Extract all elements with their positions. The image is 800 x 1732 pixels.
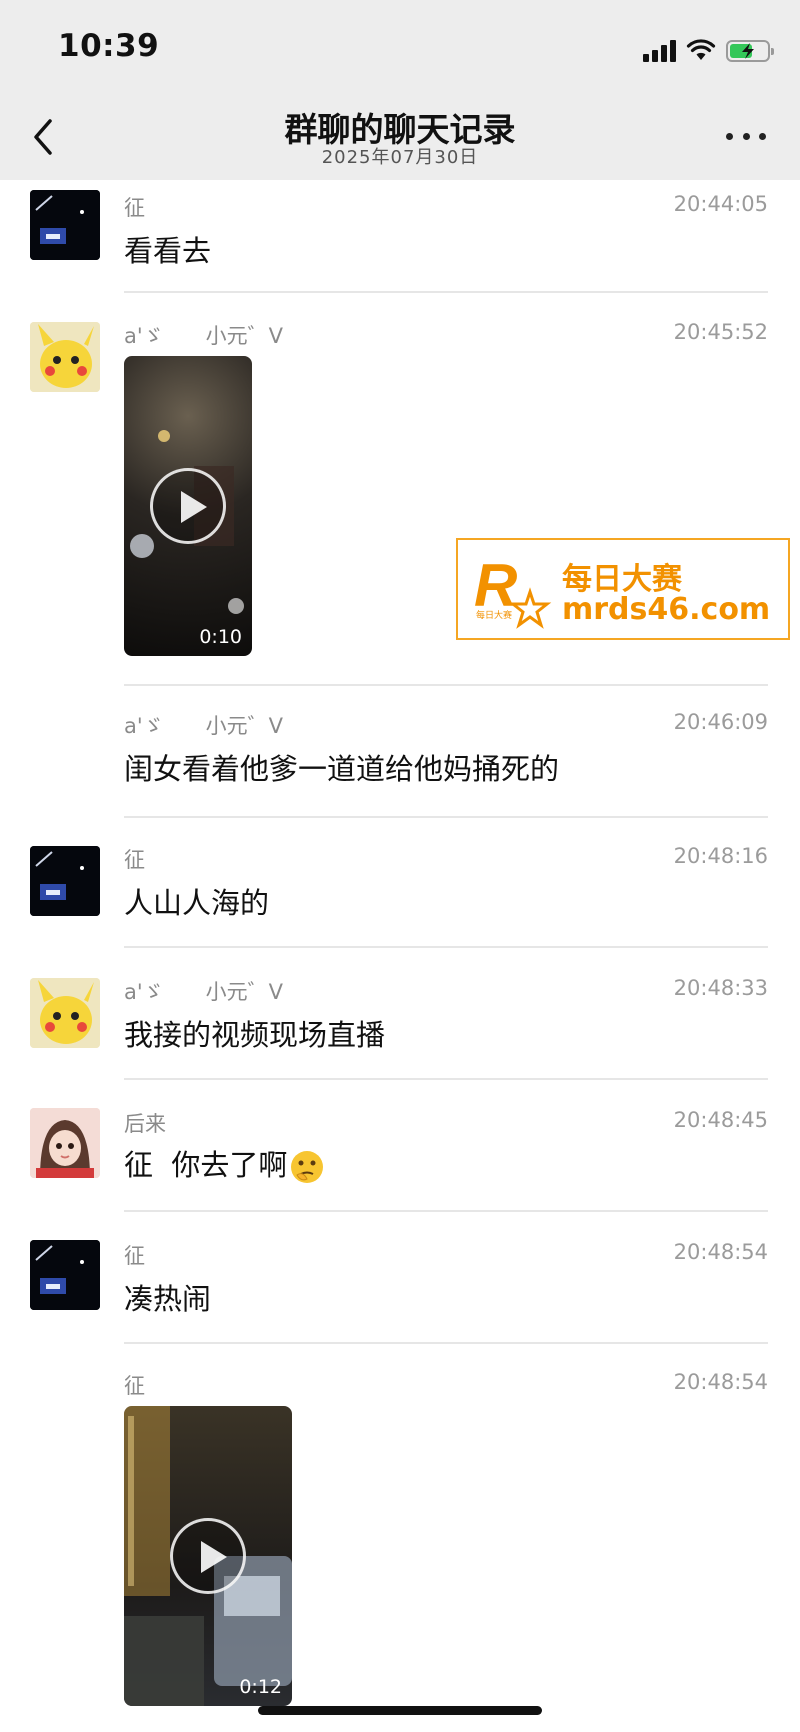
divider bbox=[124, 946, 768, 948]
sender-name: 征 bbox=[124, 1374, 145, 1398]
message-time: 20:44:05 bbox=[673, 192, 768, 216]
top-bar: 10:39 群聊的聊天记录 2025年07月30日 bbox=[0, 0, 800, 180]
message-text: 我接的视频现场直播 bbox=[124, 1018, 386, 1052]
thinking-face-emoji bbox=[291, 1151, 324, 1183]
sender-name: a'ゞ 小元゛V bbox=[124, 324, 284, 348]
pikachu-avatar[interactable] bbox=[30, 322, 100, 392]
message-time: 20:48:16 bbox=[673, 844, 768, 868]
message-time: 20:48:45 bbox=[673, 1108, 768, 1132]
watermark-banner: R 每日大赛 每日大赛 mrds46.com bbox=[456, 538, 790, 640]
divider bbox=[124, 1210, 768, 1212]
girl-avatar[interactable] bbox=[30, 1108, 100, 1178]
message-time: 20:48:54 bbox=[673, 1370, 768, 1394]
sender-name: 后来 bbox=[124, 1112, 166, 1136]
chat-date: 2025年07月30日 bbox=[321, 147, 479, 168]
message-text: 看看去 bbox=[124, 234, 212, 268]
pikachu-avatar[interactable] bbox=[30, 978, 100, 1048]
play-icon[interactable] bbox=[170, 1518, 246, 1594]
message-text: 人山人海的 bbox=[124, 886, 270, 920]
message-time: 20:46:09 bbox=[673, 710, 768, 734]
svg-text:每日大赛: 每日大赛 bbox=[476, 609, 512, 621]
watermark-logo: R 每日大赛 bbox=[474, 552, 552, 629]
night-photo-avatar[interactable] bbox=[30, 1240, 100, 1310]
message-text: 征 你去了啊 bbox=[124, 1142, 325, 1185]
sender-name: 征 bbox=[124, 1244, 145, 1268]
status-icons bbox=[643, 34, 774, 62]
divider bbox=[124, 291, 768, 293]
video-duration: 0:10 bbox=[199, 626, 242, 648]
more-options-icon[interactable] bbox=[726, 126, 766, 146]
message-text: 闺女看着他爹一道道给他妈捅死的 bbox=[124, 752, 560, 786]
wifi-icon bbox=[686, 39, 716, 60]
message-time: 20:48:54 bbox=[673, 1240, 768, 1264]
night-photo-avatar[interactable] bbox=[30, 190, 100, 260]
svg-text:R: R bbox=[474, 552, 517, 619]
divider bbox=[124, 1342, 768, 1344]
video-thumbnail[interactable]: 0:12 bbox=[124, 1406, 292, 1706]
battery-icon bbox=[726, 40, 774, 62]
divider bbox=[124, 684, 768, 686]
video-duration: 0:12 bbox=[239, 1676, 282, 1698]
message-text-content: 征 你去了啊 bbox=[124, 1148, 288, 1182]
sender-name: a'ゞ 小元゛V bbox=[124, 980, 284, 1004]
video-thumbnail[interactable]: 0:10 bbox=[124, 356, 252, 656]
divider bbox=[124, 816, 768, 818]
message-time: 20:45:52 bbox=[673, 320, 768, 344]
cellular-signal-icon bbox=[643, 40, 676, 62]
night-photo-avatar[interactable] bbox=[30, 846, 100, 916]
home-indicator[interactable] bbox=[258, 1706, 542, 1715]
sender-name: 征 bbox=[124, 848, 145, 872]
sender-name: 征 bbox=[124, 196, 145, 220]
sender-name: a'ゞ 小元゛V bbox=[124, 714, 284, 738]
message-time: 20:48:33 bbox=[673, 976, 768, 1000]
play-icon[interactable] bbox=[150, 468, 226, 544]
watermark-url: mrds46.com bbox=[562, 592, 771, 627]
divider bbox=[124, 1078, 768, 1080]
message-text: 凑热闹 bbox=[124, 1282, 212, 1316]
status-time: 10:39 bbox=[58, 28, 160, 64]
